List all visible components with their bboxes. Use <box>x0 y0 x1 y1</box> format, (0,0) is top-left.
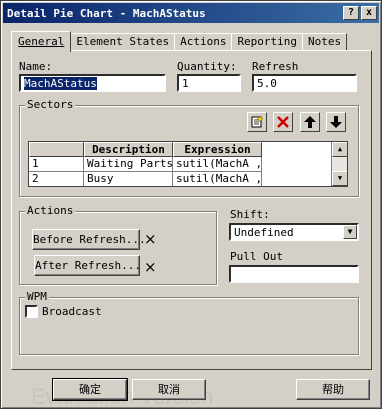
help-button[interactable]: 帮助 <box>296 379 370 400</box>
row-number: 1 <box>29 157 84 172</box>
shift-value: Undefined <box>234 226 294 239</box>
cancel-button[interactable]: 取消 <box>132 379 206 400</box>
broadcast-label[interactable]: Broadcast <box>42 305 102 318</box>
window-title: Detail Pie Chart - MachAStatus <box>7 6 206 20</box>
pull-out-label: Pull Out <box>230 250 283 263</box>
column-header-expression[interactable]: Expression <box>173 142 262 157</box>
pull-out-field[interactable] <box>229 265 359 283</box>
column-header-description[interactable]: Description <box>84 142 173 157</box>
question-icon: ? <box>347 7 355 18</box>
tab-reporting[interactable]: Reporting <box>231 33 304 51</box>
refresh-value: 5.0 <box>257 77 277 90</box>
tab-notes[interactable]: Notes <box>302 33 348 51</box>
grid-corner-header <box>29 142 84 157</box>
sector-expression-cell[interactable]: sutil(MachA , <box>173 157 262 172</box>
shift-dropdown-button[interactable]: ▼ <box>343 225 357 239</box>
move-up-icon <box>304 116 316 128</box>
clear-before-refresh-icon[interactable]: × <box>144 232 157 247</box>
delete-sector-button[interactable] <box>273 112 293 132</box>
grid-vertical-scrollbar[interactable]: ▲ ▼ <box>331 142 347 186</box>
sector-description-cell[interactable]: Waiting Parts <box>84 157 173 172</box>
move-up-button[interactable] <box>300 112 320 132</box>
quantity-label: Quantity: <box>177 60 237 73</box>
before-refresh-button[interactable]: Before Refresh... <box>32 229 146 250</box>
triangle-up-icon: ▲ <box>337 145 343 153</box>
wpm-title: WPM <box>25 290 49 303</box>
delete-icon <box>277 116 289 128</box>
chevron-down-icon: ▼ <box>347 227 353 236</box>
close-icon: x <box>365 7 373 18</box>
move-down-button[interactable] <box>326 112 346 132</box>
new-sector-button[interactable] <box>247 112 267 132</box>
tab-element-states[interactable]: Element States <box>70 33 176 51</box>
name-field[interactable]: MachAStatus <box>19 74 166 92</box>
row-number: 2 <box>29 172 84 186</box>
name-label: Name: <box>19 60 53 73</box>
help-title-button[interactable]: ? <box>343 6 359 20</box>
close-button[interactable]: x <box>361 6 377 20</box>
new-icon <box>251 115 264 128</box>
sectors-grid[interactable]: Description Expression 1 Waiting Parts s… <box>28 141 348 187</box>
refresh-field[interactable]: 5.0 <box>252 74 357 92</box>
sector-description-cell[interactable]: Busy <box>84 172 173 186</box>
shift-select[interactable]: Undefined ▼ <box>229 223 359 241</box>
tab-actions[interactable]: Actions <box>174 33 233 51</box>
title-bar[interactable]: Detail Pie Chart - MachAStatus ? x <box>3 3 379 23</box>
tab-strip: General Element States Actions Reporting… <box>11 31 348 52</box>
tab-general[interactable]: General <box>11 31 72 52</box>
refresh-label: Refresh <box>252 60 299 73</box>
sectors-title: Sectors <box>25 98 76 111</box>
actions-title: Actions <box>25 204 76 217</box>
clear-after-refresh-icon[interactable]: × <box>144 260 157 275</box>
quantity-value: 1 <box>182 77 189 90</box>
broadcast-checkbox[interactable] <box>25 305 38 318</box>
ok-button[interactable]: 确定 <box>52 378 128 401</box>
name-value: MachAStatus <box>24 77 97 90</box>
scroll-up-button[interactable]: ▲ <box>332 142 347 157</box>
scroll-down-button[interactable]: ▼ <box>332 171 347 186</box>
dialog-window: Detail Pie Chart - MachAStatus ? x Evalu… <box>0 0 382 409</box>
shift-label: Shift: <box>230 208 270 221</box>
move-down-icon <box>330 116 342 128</box>
triangle-down-icon: ▼ <box>337 174 343 182</box>
after-refresh-button[interactable]: After Refresh... <box>34 255 141 276</box>
sector-expression-cell[interactable]: sutil(MachA , <box>173 172 262 186</box>
quantity-field[interactable]: 1 <box>177 74 241 92</box>
